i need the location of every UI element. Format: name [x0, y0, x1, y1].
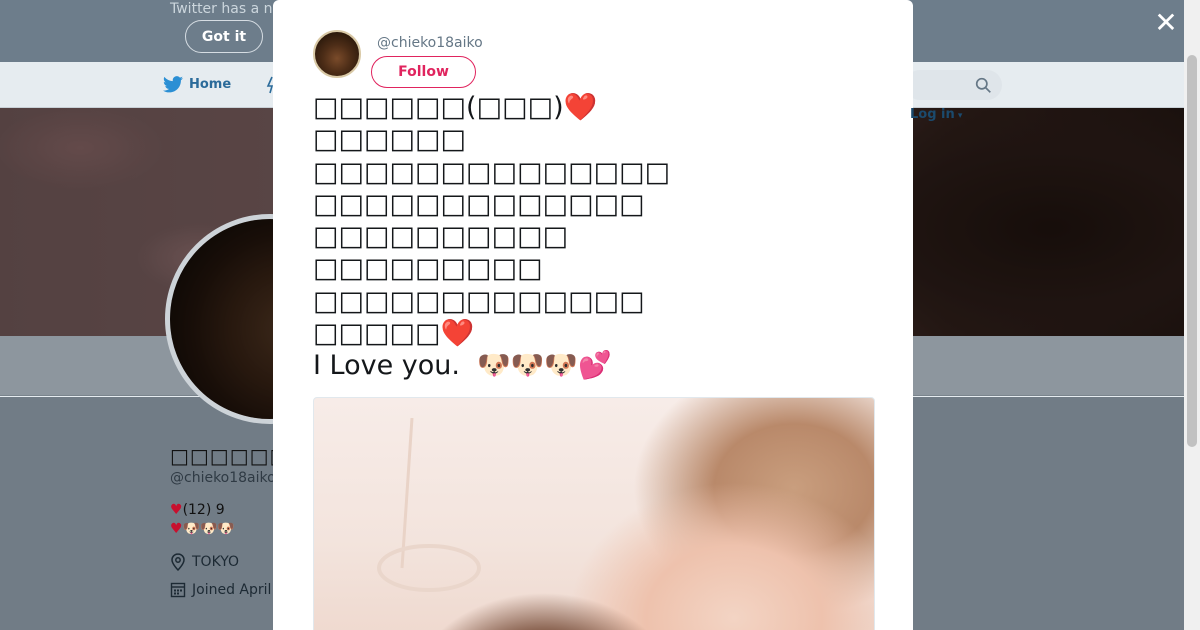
profile-location: TOKYO — [170, 553, 239, 571]
close-icon[interactable]: ✕ — [1153, 9, 1179, 37]
scrollbar-thumb[interactable] — [1187, 55, 1197, 447]
tweet-line: □□□□□□□□□□□□□ — [313, 285, 645, 317]
banner-text: Twitter has a n — [170, 1, 273, 17]
calendar-icon — [170, 582, 186, 598]
login-label: Log in — [910, 107, 955, 122]
joined-text: Joined April — [192, 581, 272, 598]
location-pin-icon — [171, 553, 185, 571]
tweet-photo[interactable] — [313, 397, 875, 630]
search-icon — [975, 77, 991, 93]
heart-icon: ♥ — [170, 502, 183, 518]
chevron-down-icon: ▾ — [954, 111, 963, 121]
profile-bio-line-2: ♥🐶🐶🐶 — [170, 521, 235, 537]
tweet-line: I Love you. 🐶🐶🐶💕 — [313, 350, 612, 382]
profile-handle[interactable]: @chieko18aiko — [170, 470, 276, 486]
tweet-text: □□□□□□(□□□)❤️ □□□□□□ □□□□□□□□□□□□□□ □□□□□□□… — [313, 92, 873, 383]
tweet-line: □□□□□❤️ — [313, 318, 475, 350]
follow-button[interactable]: Follow — [371, 56, 476, 88]
profile-joined: Joined April — [170, 581, 271, 598]
login-dropdown[interactable]: Log in ▾ — [910, 107, 962, 122]
nav-home-label: Home — [189, 77, 232, 92]
tweet-line: □□□□□□□□□□□□□□ — [313, 156, 671, 188]
tweet-line: □□□□□□□□□ — [313, 253, 543, 285]
tweet-modal: @chieko18aiko Follow □□□□□□(□□□)❤️ □□□□□□… — [273, 0, 913, 630]
tweet-line: □□□□□□□□□□ — [313, 221, 569, 253]
tweet-line: □□□□□□ — [313, 124, 467, 156]
tweet-line: □□□□□□□□□□□□□ — [313, 188, 645, 220]
tweet-author-avatar[interactable] — [313, 30, 361, 78]
bio-text-1: (12) 9 — [182, 502, 225, 518]
location-text: TOKYO — [192, 554, 240, 570]
profile-bio-line-1: ♥(12) 9 — [170, 502, 225, 518]
twitter-bird-icon — [163, 76, 183, 93]
nav-home[interactable]: Home — [163, 76, 231, 93]
lamp-shape — [377, 418, 481, 592]
got-it-button[interactable]: Got it — [185, 20, 263, 53]
tweet-author-handle[interactable]: @chieko18aiko — [377, 35, 483, 51]
bio-text-2: 🐶🐶🐶 — [182, 521, 235, 537]
tweet-line: □□□□□□(□□□)❤️ — [313, 92, 598, 123]
search-input[interactable] — [905, 70, 1002, 100]
heart-icon: ♥ — [170, 521, 183, 537]
